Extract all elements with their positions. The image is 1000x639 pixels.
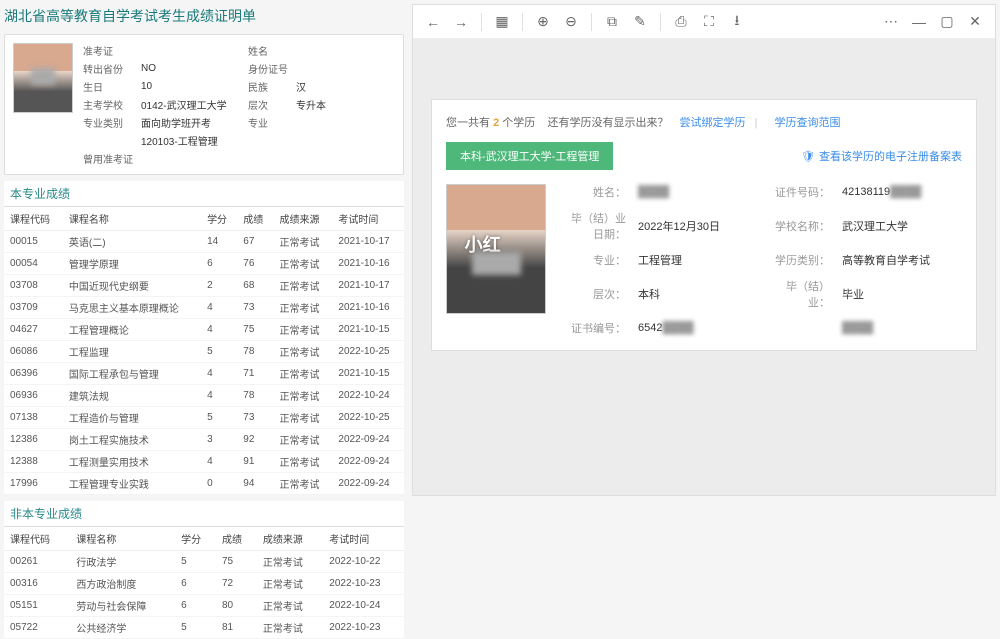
col-header: 课程名称 — [70, 527, 175, 551]
table-row: 07138工程造价与管理573正常考试2022-10-25 — [4, 407, 404, 429]
col-header: 成绩 — [216, 527, 257, 551]
grid-icon[interactable]: ▦ — [490, 10, 514, 34]
info-value: 0142-武汉理工大学 — [141, 97, 240, 112]
table-row: 06936建筑法规478正常考试2022-10-24 — [4, 385, 404, 407]
field-value: 工程管理 — [638, 252, 758, 268]
col-header: 学分 — [201, 207, 237, 231]
scope-link[interactable]: 学历查询范围 — [775, 117, 841, 129]
table-row: 03709马克思主义基本原理概论473正常考试2021-10-16 — [4, 297, 404, 319]
field-value: ████ — [842, 322, 962, 334]
col-header: 学分 — [175, 527, 216, 551]
field-label: 证书编号： — [566, 320, 626, 336]
info-label: 转出省份 — [83, 61, 133, 76]
non-major-scores-table: 课程代码课程名称学分成绩成绩来源考试时间00261行政法学575正常考试2022… — [4, 527, 404, 639]
field-label: 证件号码： — [770, 184, 830, 200]
table-row: 06396国际工程承包与管理471正常考试2021-10-15 — [4, 363, 404, 385]
field-label: 专业： — [566, 252, 626, 268]
field-label: 学历类别： — [770, 252, 830, 268]
close-icon[interactable]: ✕ — [963, 10, 987, 34]
col-header: 课程代码 — [4, 527, 70, 551]
table-row: 03708中国近现代史纲要268正常考试2021-10-17 — [4, 275, 404, 297]
table-row: 05151劳动与社会保障680正常考试2022-10-24 — [4, 595, 404, 617]
field-value: 42138119████ — [842, 186, 962, 198]
col-header: 成绩来源 — [274, 207, 333, 231]
viewer-toolbar: ← → ▦ ⊕ ⊖ ⧉ ✎ ⎙ ⛶ ⭳ ⋯ ― ▢ ✕ — [413, 5, 995, 39]
print-icon[interactable]: ⎙ — [669, 10, 693, 34]
field-value: 6542████ — [638, 322, 758, 334]
table-row: 00261行政法学575正常考试2022-10-22 — [4, 551, 404, 573]
zoom-in-icon[interactable]: ⊕ — [531, 10, 555, 34]
field-value: 2022年12月30日 — [638, 218, 758, 234]
info-value: 120103-工程管理 — [141, 133, 395, 148]
col-header: 考试时间 — [332, 207, 404, 231]
degree-tag: 本科-武汉理工大学-工程管理 — [446, 142, 613, 170]
major-scores-section: 本专业成绩 课程代码课程名称学分成绩成绩来源考试时间00015英语(二)1467… — [4, 181, 404, 495]
info-value: NO — [141, 63, 240, 74]
field-value: ████ — [638, 186, 758, 198]
info-label: 专业类别 — [83, 115, 133, 130]
non-major-scores-section: 非本专业成绩 课程代码课程名称学分成绩成绩来源考试时间00261行政法学575正… — [4, 501, 404, 639]
field-label: 学校名称： — [770, 218, 830, 234]
info-label: 专业 — [248, 115, 288, 130]
table-row: 04627工程管理概论475正常考试2021-10-15 — [4, 319, 404, 341]
section-title: 本专业成绩 — [4, 181, 404, 207]
info-value: 汉 — [296, 79, 395, 94]
table-row: 12386岗土工程实施技术392正常考试2022-09-24 — [4, 429, 404, 451]
field-label: 毕（结）业日期： — [566, 210, 626, 242]
field-value: 武汉理工大学 — [842, 218, 962, 234]
back-icon[interactable]: ← — [421, 10, 445, 34]
fullscreen-icon[interactable]: ⛶ — [697, 10, 721, 34]
table-row: 06086工程监理578正常考试2022-10-25 — [4, 341, 404, 363]
degree-card: 您一共有 2 个学历 还有学历没有显示出来？ 尝试绑定学历 | 学历查询范围 本… — [431, 99, 977, 351]
section-title: 非本专业成绩 — [4, 501, 404, 527]
field-value: 高等教育自学考试 — [842, 252, 962, 268]
col-header: 课程代码 — [4, 207, 63, 231]
document-viewer: ← → ▦ ⊕ ⊖ ⧉ ✎ ⎙ ⛶ ⭳ ⋯ ― ▢ ✕ 您一共有 2 个学历 还… — [412, 4, 996, 496]
info-label: 身份证号 — [248, 61, 288, 76]
field-label: 毕（结）业： — [770, 278, 830, 310]
forward-icon[interactable]: → — [449, 10, 473, 34]
table-row: 05722公共经济学581正常考试2022-10-23 — [4, 617, 404, 639]
col-header: 成绩 — [237, 207, 273, 231]
table-row: 12388工程测量实用技术491正常考试2022-09-24 — [4, 451, 404, 473]
student-info-panel: 准考证姓名转出省份NO身份证号生日10民族汉主考学校0142-武汉理工大学层次专… — [4, 34, 404, 175]
bind-link[interactable]: 尝试绑定学历 — [680, 117, 746, 129]
info-label: 层次 — [248, 97, 288, 112]
registration-link[interactable]: 🛡 查看该学历的电子注册备案表 — [801, 148, 962, 164]
maximize-icon[interactable]: ▢ — [935, 10, 959, 34]
download-icon[interactable]: ⭳ — [725, 10, 749, 34]
page-title: 湖北省高等教育自学考试考生成绩证明单 — [4, 4, 404, 28]
degree-photo — [446, 184, 546, 314]
student-photo — [13, 43, 73, 113]
info-label: 准考证 — [83, 43, 133, 58]
col-header: 成绩来源 — [257, 527, 323, 551]
field-label: 层次： — [566, 286, 626, 302]
table-row: 17996工程管理专业实践094正常考试2022-09-24 — [4, 473, 404, 495]
info-label: 民族 — [248, 79, 288, 94]
col-header: 考试时间 — [323, 527, 404, 551]
minimize-icon[interactable]: ― — [907, 10, 931, 34]
table-row: 00015英语(二)1467正常考试2021-10-17 — [4, 231, 404, 253]
table-row: 00054管理学原理676正常考试2021-10-16 — [4, 253, 404, 275]
col-header: 课程名称 — [63, 207, 201, 231]
field-value: 毕业 — [842, 286, 962, 302]
more-icon[interactable]: ⋯ — [879, 10, 903, 34]
field-label: 姓名： — [566, 184, 626, 200]
shield-icon: 🛡 — [801, 150, 815, 163]
zoom-out-icon[interactable]: ⊖ — [559, 10, 583, 34]
table-row: 00316西方政治制度672正常考试2022-10-23 — [4, 573, 404, 595]
field-value: 本科 — [638, 286, 758, 302]
info-value: 面向助学班开考 — [141, 115, 240, 130]
major-scores-table: 课程代码课程名称学分成绩成绩来源考试时间00015英语(二)1467正常考试20… — [4, 207, 404, 495]
copy-icon[interactable]: ⧉ — [600, 10, 624, 34]
info-label: 曾用准考证 — [83, 151, 133, 166]
info-label: 姓名 — [248, 43, 288, 58]
edit-icon[interactable]: ✎ — [628, 10, 652, 34]
info-value: 专升本 — [296, 97, 395, 112]
info-value: 10 — [141, 81, 240, 92]
info-label: 主考学校 — [83, 97, 133, 112]
summary-text: 您一共有 2 个学历 还有学历没有显示出来？ 尝试绑定学历 | 学历查询范围 — [446, 114, 962, 130]
info-label: 生日 — [83, 79, 133, 94]
